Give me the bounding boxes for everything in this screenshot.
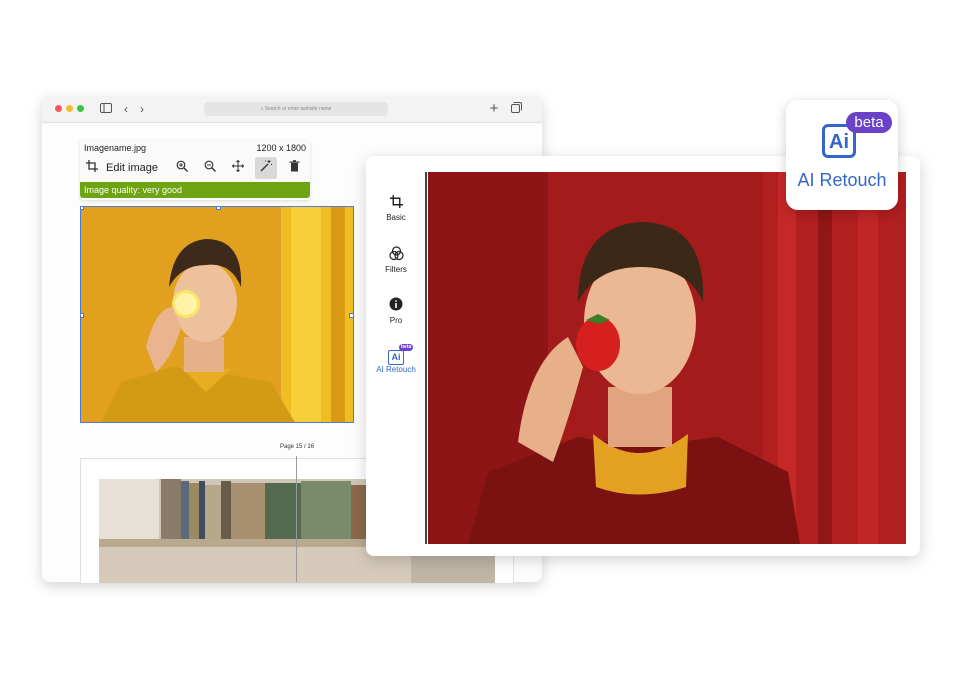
close-window-button[interactable]	[55, 105, 62, 112]
filters-icon	[374, 246, 418, 264]
tool-pro[interactable]: Pro	[374, 297, 418, 325]
tool-ai-retouch[interactable]: Ai beta AI Retouch	[374, 344, 418, 374]
ai-retouch-title: AI Retouch	[797, 170, 887, 190]
plus-icon[interactable]: +	[486, 101, 502, 117]
tool-label: Filters	[385, 265, 407, 274]
info-icon	[374, 297, 418, 315]
page-guide-line	[296, 456, 297, 582]
url-bar[interactable]: ⌕ Search or enter website name	[204, 102, 388, 116]
image-quality-status: Image quality: very good	[80, 182, 310, 198]
retouched-image-red[interactable]	[428, 172, 906, 544]
edit-image-button[interactable]: Edit image	[106, 162, 158, 174]
editor-tools: Edit image	[80, 154, 310, 182]
ai-mini-box: Ai beta	[388, 344, 414, 365]
chevron-left-icon[interactable]: ‹	[118, 101, 134, 117]
trash-icon[interactable]	[283, 157, 305, 179]
ai-retouch-badge: Ai beta AI Retouch	[786, 100, 898, 210]
resize-handle[interactable]	[81, 313, 84, 318]
minimize-window-button[interactable]	[66, 105, 73, 112]
man-with-strawberry-photo	[428, 172, 906, 544]
sidebar-toggle-icon[interactable]	[98, 101, 114, 117]
tool-label: AI Retouch	[376, 365, 416, 374]
tool-label: Basic	[386, 213, 406, 222]
tool-label: Pro	[389, 316, 403, 325]
magic-wand-icon[interactable]	[255, 157, 277, 179]
page-indicator: Page 15 / 16	[280, 444, 315, 450]
crop-icon[interactable]	[86, 160, 98, 175]
chevron-right-icon[interactable]: ›	[134, 101, 150, 117]
crop-icon	[374, 194, 418, 212]
image-filename: Imagename.jpg	[84, 143, 147, 153]
zoom-out-icon[interactable]	[199, 157, 221, 179]
browser-titlebar: ‹ › ⌕ Search or enter website name +	[42, 96, 542, 123]
resize-handle[interactable]	[81, 207, 84, 210]
search-icon: ⌕	[260, 106, 264, 112]
maximize-window-button[interactable]	[77, 105, 84, 112]
panel-divider	[425, 172, 427, 544]
move-icon[interactable]	[227, 157, 249, 179]
ai-icon: Ai beta	[374, 344, 418, 365]
beta-label: beta	[846, 112, 892, 133]
url-placeholder: Search or enter website name	[264, 106, 332, 112]
zoom-in-icon[interactable]	[171, 157, 193, 179]
image-dimensions: 1200 x 1800	[256, 143, 306, 153]
resize-handle[interactable]	[349, 313, 353, 318]
resize-handle[interactable]	[216, 207, 221, 210]
beta-badge: beta	[399, 344, 414, 351]
ai-mini-text: Ai	[391, 352, 401, 362]
selected-image-yellow[interactable]	[80, 206, 354, 423]
image-editor-toolbar: Imagename.jpg 1200 x 1800 Edit image Ima…	[80, 140, 310, 200]
man-with-lemon-photo	[81, 207, 353, 422]
tool-basic[interactable]: Basic	[374, 194, 418, 222]
tool-filters[interactable]: Filters	[374, 246, 418, 274]
tabs-icon[interactable]	[508, 101, 524, 117]
